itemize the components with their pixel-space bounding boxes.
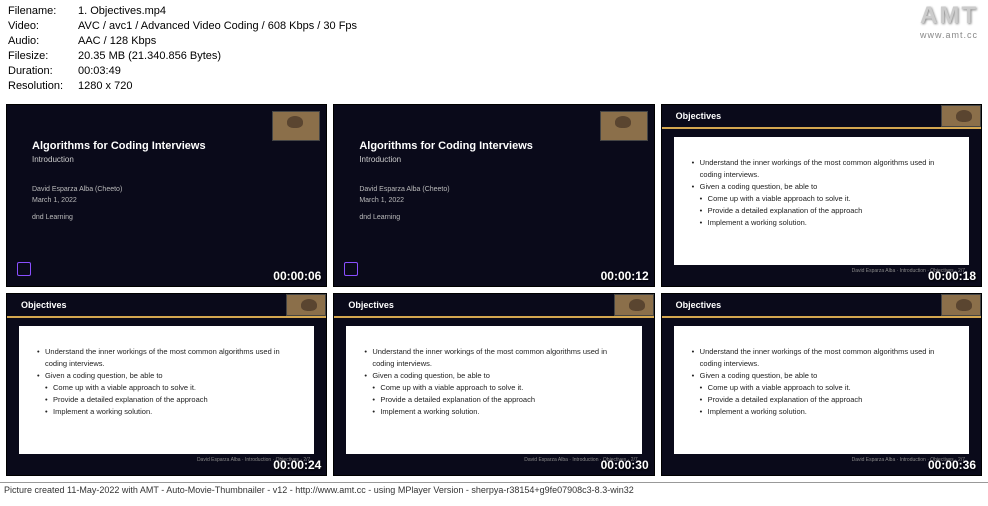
author-name: David Esparza Alba (Cheeto) — [359, 184, 633, 195]
label-video: Video: — [8, 19, 78, 34]
value-resolution: 1280 x 720 — [78, 79, 980, 94]
sub-bullet-3: Implement a working solution. — [364, 406, 623, 417]
meta-labels: Filename: Video: Audio: Filesize: Durati… — [8, 4, 78, 94]
label-audio: Audio: — [8, 34, 78, 49]
bullet-1b: coding interviews. — [37, 358, 296, 369]
presenter-pip — [941, 105, 981, 127]
bullet-1: Understand the inner workings of the mos… — [692, 346, 951, 357]
timestamp: 00:00:18 — [928, 269, 976, 283]
org-name: dnd Learning — [32, 212, 306, 223]
bullet-1b: coding interviews. — [364, 358, 623, 369]
meta-values: 1. Objectives.mp4 AVC / avc1 / Advanced … — [78, 4, 980, 94]
label-filename: Filename: — [8, 4, 78, 19]
sub-bullet-3: Implement a working solution. — [37, 406, 296, 417]
content-panel: Understand the inner workings of the mos… — [19, 326, 314, 454]
timestamp: 00:00:30 — [601, 458, 649, 472]
title-slide: Algorithms for Coding Interviews Introdu… — [334, 105, 653, 286]
presenter-pip — [600, 111, 648, 141]
author-name: David Esparza Alba (Cheeto) — [32, 184, 306, 195]
page-footer: Picture created 11-May-2022 with AMT - A… — [0, 482, 988, 497]
sub-bullet-3: Implement a working solution. — [692, 217, 951, 228]
presenter-pip — [272, 111, 320, 141]
bullet-2: Given a coding question, be able to — [692, 370, 951, 381]
amt-logo: AMT www.amt.cc — [920, 2, 978, 40]
value-audio: AAC / 128 Kbps — [78, 34, 980, 49]
thumbnail-3: Objectives Understand the inner workings… — [661, 104, 982, 287]
label-filesize: Filesize: — [8, 49, 78, 64]
d-logo-icon — [344, 262, 358, 276]
logo-text: AMT — [920, 2, 978, 30]
sub-bullet-1: Come up with a viable approach to solve … — [692, 193, 951, 204]
timestamp: 00:00:36 — [928, 458, 976, 472]
bullet-2: Given a coding question, be able to — [692, 181, 951, 192]
timestamp: 00:00:06 — [273, 269, 321, 283]
bullet-1b: coding interviews. — [692, 169, 951, 180]
value-duration: 00:03:49 — [78, 64, 980, 79]
timestamp: 00:00:12 — [601, 269, 649, 283]
presenter-pip — [614, 294, 654, 316]
content-panel: Understand the inner workings of the mos… — [346, 326, 641, 454]
sub-bullet-1: Come up with a viable approach to solve … — [364, 382, 623, 393]
thumbnail-grid: Algorithms for Coding Interviews Introdu… — [0, 98, 988, 482]
logo-url: www.amt.cc — [920, 30, 978, 40]
content-panel: Understand the inner workings of the mos… — [674, 326, 969, 454]
bullet-1b: coding interviews. — [692, 358, 951, 369]
d-logo-icon — [17, 262, 31, 276]
slide-date: March 1, 2022 — [359, 195, 633, 206]
label-duration: Duration: — [8, 64, 78, 79]
objectives-slide: Objectives Understand the inner workings… — [334, 294, 653, 475]
slide-subtitle: Introduction — [359, 155, 633, 164]
slide-header: Objectives — [662, 105, 981, 129]
value-filesize: 20.35 MB (21.340.856 Bytes) — [78, 49, 980, 64]
thumbnail-2: Algorithms for Coding Interviews Introdu… — [333, 104, 654, 287]
bullet-1: Understand the inner workings of the mos… — [37, 346, 296, 357]
label-resolution: Resolution: — [8, 79, 78, 94]
bullet-2: Given a coding question, be able to — [37, 370, 296, 381]
slide-heading: Algorithms for Coding Interviews — [359, 140, 633, 152]
slide-header: Objectives — [662, 294, 981, 318]
timestamp: 00:00:24 — [273, 458, 321, 472]
slide-heading: Algorithms for Coding Interviews — [32, 140, 306, 152]
bullet-1: Understand the inner workings of the mos… — [364, 346, 623, 357]
objectives-slide: Objectives Understand the inner workings… — [7, 294, 326, 475]
thumbnail-1: Algorithms for Coding Interviews Introdu… — [6, 104, 327, 287]
slide-header: Objectives — [7, 294, 326, 318]
presenter-pip — [286, 294, 326, 316]
content-panel: Understand the inner workings of the mos… — [674, 137, 969, 265]
metadata-header: Filename: Video: Audio: Filesize: Durati… — [0, 0, 988, 98]
thumbnail-6: Objectives Understand the inner workings… — [661, 293, 982, 476]
sub-bullet-2: Provide a detailed explanation of the ap… — [692, 394, 951, 405]
bullet-1: Understand the inner workings of the mos… — [692, 157, 951, 168]
sub-bullet-1: Come up with a viable approach to solve … — [37, 382, 296, 393]
title-slide: Algorithms for Coding Interviews Introdu… — [7, 105, 326, 286]
thumbnail-4: Objectives Understand the inner workings… — [6, 293, 327, 476]
value-video: AVC / avc1 / Advanced Video Coding / 608… — [78, 19, 980, 34]
slide-subtitle: Introduction — [32, 155, 306, 164]
bullet-2: Given a coding question, be able to — [364, 370, 623, 381]
author-block: David Esparza Alba (Cheeto) March 1, 202… — [359, 184, 633, 223]
thumbnail-5: Objectives Understand the inner workings… — [333, 293, 654, 476]
sub-bullet-3: Implement a working solution. — [692, 406, 951, 417]
author-block: David Esparza Alba (Cheeto) March 1, 202… — [32, 184, 306, 223]
presenter-pip — [941, 294, 981, 316]
sub-bullet-2: Provide a detailed explanation of the ap… — [364, 394, 623, 405]
value-filename: 1. Objectives.mp4 — [78, 4, 980, 19]
objectives-slide: Objectives Understand the inner workings… — [662, 294, 981, 475]
slide-date: March 1, 2022 — [32, 195, 306, 206]
objectives-slide: Objectives Understand the inner workings… — [662, 105, 981, 286]
sub-bullet-2: Provide a detailed explanation of the ap… — [37, 394, 296, 405]
slide-header: Objectives — [334, 294, 653, 318]
org-name: dnd Learning — [359, 212, 633, 223]
sub-bullet-2: Provide a detailed explanation of the ap… — [692, 205, 951, 216]
sub-bullet-1: Come up with a viable approach to solve … — [692, 382, 951, 393]
